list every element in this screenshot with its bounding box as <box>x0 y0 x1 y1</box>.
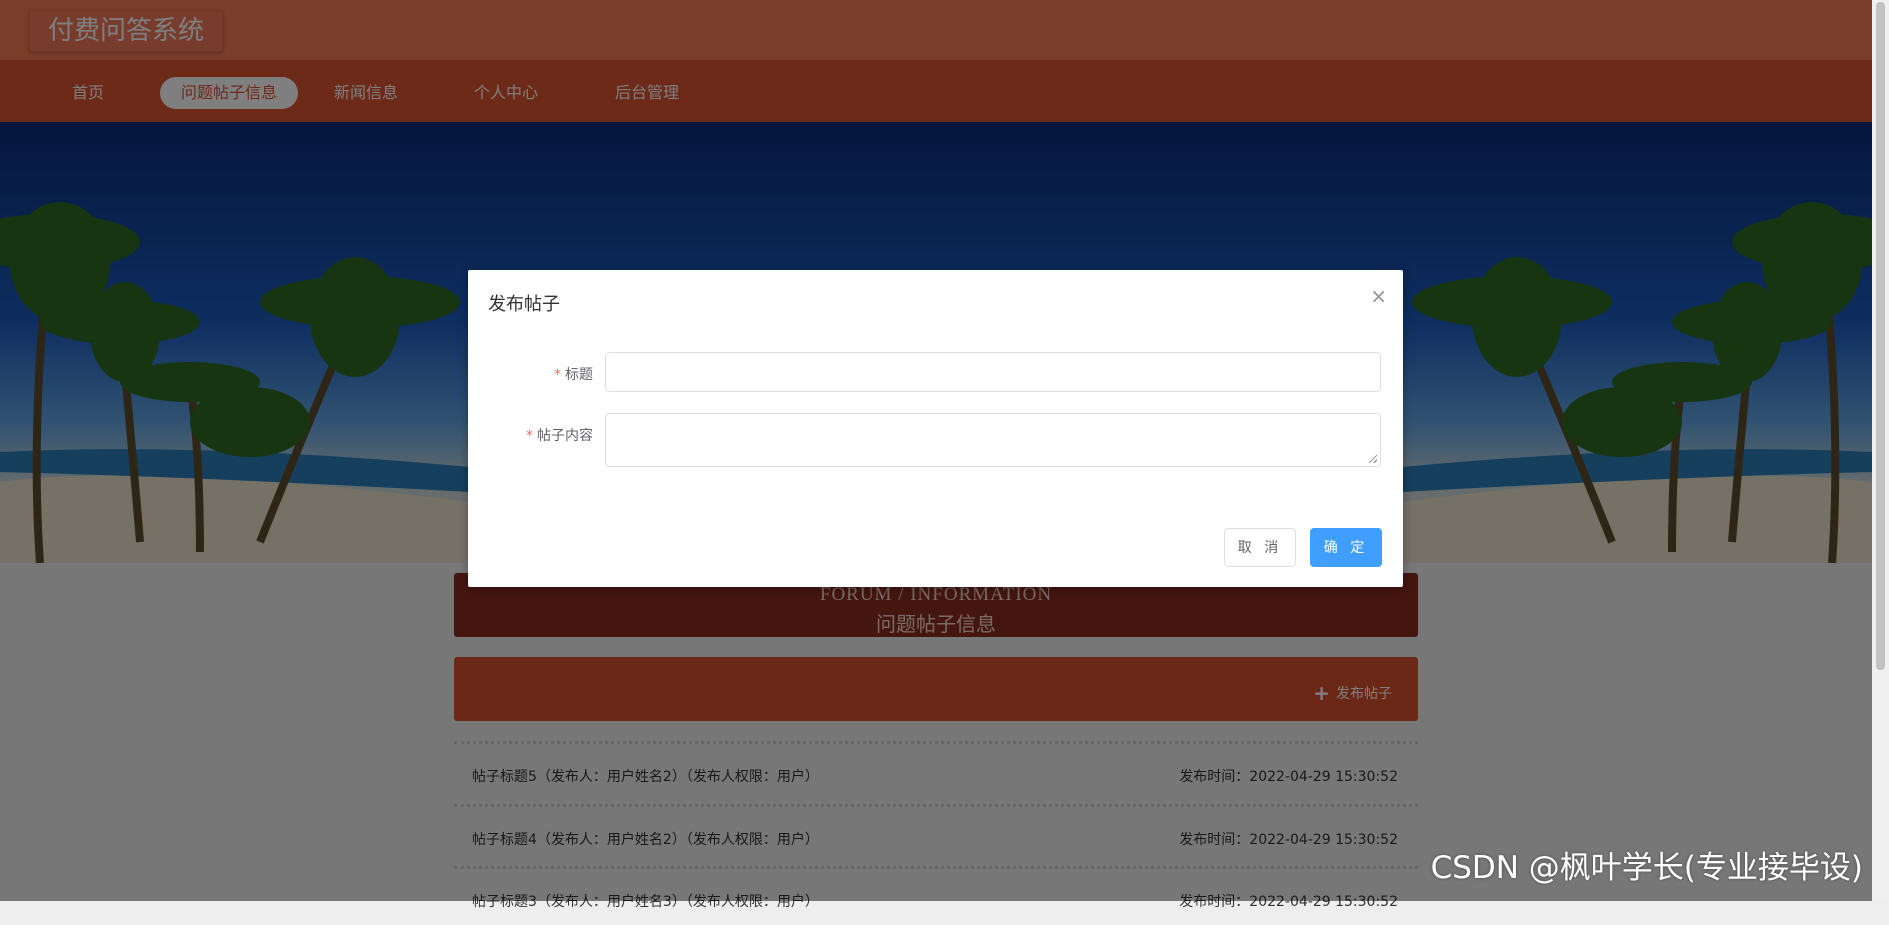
publish-post-dialog: 发布帖子 × * 标题 * 帖子内容 取 消 确 定 <box>468 270 1403 587</box>
scrollbar-thumb[interactable] <box>1876 2 1885 670</box>
cancel-button[interactable]: 取 消 <box>1224 528 1296 567</box>
title-input[interactable] <box>605 352 1381 392</box>
close-icon[interactable]: × <box>1370 284 1387 308</box>
content-textarea[interactable] <box>605 413 1381 467</box>
content-field-label: * 帖子内容 <box>526 428 593 444</box>
confirm-button[interactable]: 确 定 <box>1310 528 1382 567</box>
page-scrollbar[interactable] <box>1872 0 1889 901</box>
required-asterisk: * <box>554 367 561 383</box>
required-asterisk: * <box>526 428 533 444</box>
title-field-label: * 标题 <box>554 367 593 383</box>
dialog-title: 发布帖子 <box>488 294 560 315</box>
watermark-text: CSDN @枫叶学长(专业接毕设) <box>1430 850 1863 886</box>
resize-handle-icon[interactable] <box>1369 455 1377 463</box>
